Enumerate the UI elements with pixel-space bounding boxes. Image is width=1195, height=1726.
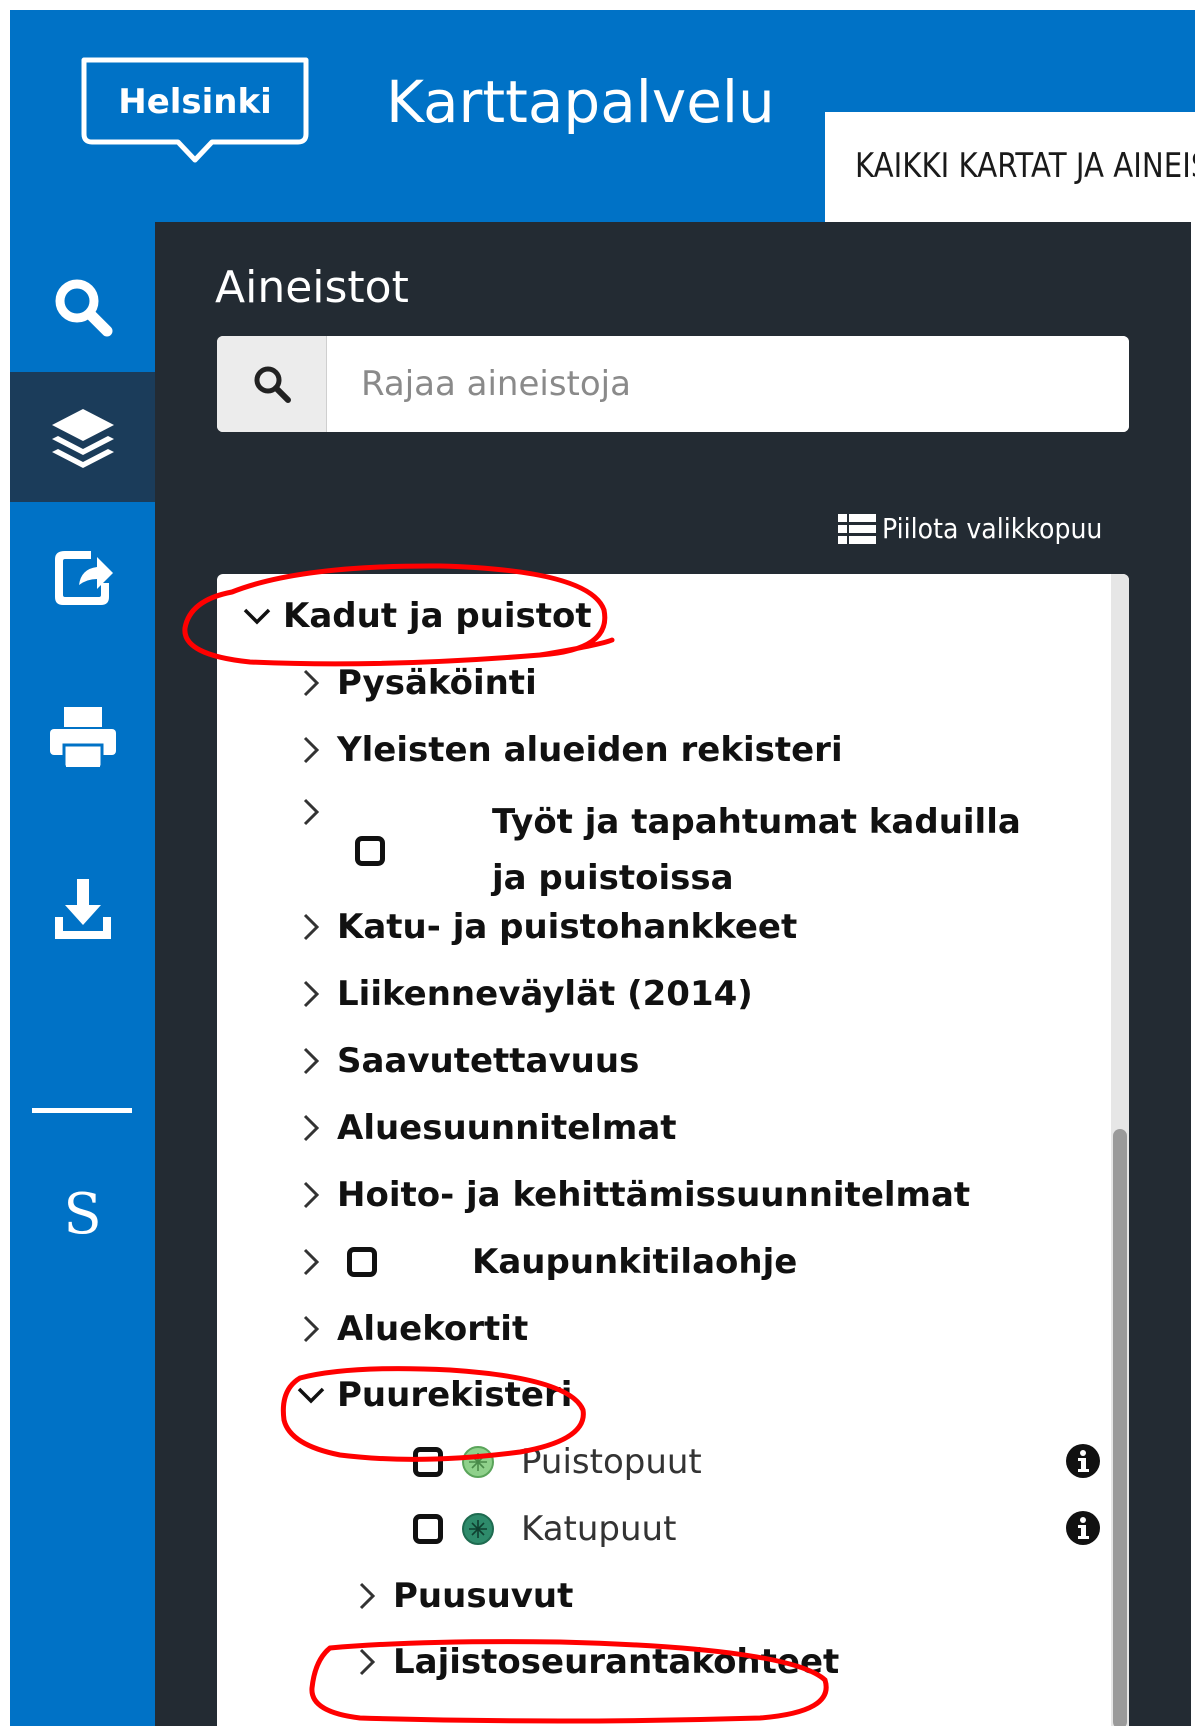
layer-checkbox[interactable] <box>355 836 385 866</box>
chevron-right-icon <box>359 1582 376 1610</box>
chevron-right-icon <box>303 1047 320 1075</box>
tree-node-label: Puurekisteri <box>337 1375 573 1415</box>
chevron-right-icon <box>303 1315 320 1343</box>
tree-node-label: Pysäköinti <box>337 663 537 703</box>
chevron-down-icon <box>243 608 271 625</box>
tree-scrollbar[interactable] <box>1111 574 1129 1726</box>
tree-node-label: Kadut ja puistot <box>283 596 592 636</box>
tree-node-item[interactable]: Yleisten alueiden rekisteri <box>295 730 843 770</box>
tree-node-label: Katu- ja puistohankkeet <box>337 907 798 947</box>
layer-label: Katupuut <box>521 1509 677 1549</box>
search-icon <box>254 366 291 403</box>
logo-text: Helsinki <box>118 82 272 122</box>
sidebar-divider <box>32 1108 132 1113</box>
tree-node-tyot-ja-tapahtumat[interactable] <box>295 796 337 828</box>
tree-node-item[interactable]: Hoito- ja kehittämissuunnitelmat <box>295 1175 970 1215</box>
tree-node-item[interactable]: Aluesuunnitelmat <box>295 1108 677 1148</box>
tree-node-label: Aluekortit <box>337 1309 529 1349</box>
tree-node-label: Yleisten alueiden rekisteri <box>337 730 843 770</box>
share-icon <box>54 551 113 605</box>
layer-checkbox[interactable] <box>347 1247 377 1277</box>
helsinki-logo[interactable]: Helsinki <box>80 56 310 166</box>
layer-label: Puistopuut <box>521 1442 702 1482</box>
chevron-right-icon <box>303 913 320 941</box>
list-icon <box>838 513 876 544</box>
search-tool-button[interactable] <box>10 242 155 372</box>
street-tree-icon <box>462 1513 494 1545</box>
tree-scroll-thumb[interactable] <box>1113 1129 1127 1726</box>
tree-node-label: Hoito- ja kehittämissuunnitelmat <box>337 1175 971 1215</box>
tree-node-label: Työt ja tapahtumat kaduilla ja puistoiss… <box>492 802 1021 898</box>
chevron-right-icon <box>303 1181 320 1209</box>
tree-node-item[interactable]: Katu- ja puistohankkeet <box>295 907 797 947</box>
layer-tree: Kadut ja puistot Pysäköinti Yleisten alu… <box>217 574 1129 1726</box>
download-tool-button[interactable] <box>10 844 155 974</box>
tree-node-item[interactable]: Aluekortit <box>295 1309 528 1349</box>
layer-search-input[interactable] <box>327 336 1129 432</box>
layer-row-katupuut[interactable]: Katupuut <box>413 1509 676 1549</box>
app-title: Karttapalvelu <box>386 68 775 136</box>
chevron-down-icon <box>297 1387 325 1404</box>
tree-node-label: Lajistoseurantakohteet <box>393 1642 840 1682</box>
park-tree-icon <box>462 1446 494 1478</box>
tree-node-label: Liikenneväylät (2014) <box>337 974 753 1014</box>
chevron-right-icon <box>303 736 320 764</box>
download-icon <box>54 879 111 939</box>
tree-node-item[interactable]: Pysäköinti <box>295 663 537 703</box>
tool-sidebar: S <box>10 222 155 1726</box>
tree-node-label: Puusuvut <box>393 1576 574 1616</box>
print-icon <box>49 707 116 769</box>
tree-node-item[interactable]: Liikenneväylät (2014) <box>295 974 753 1014</box>
tree-node-item[interactable]: Saavutettavuus <box>295 1041 639 1081</box>
tree-node-lajistoseurantakohteet[interactable]: Lajistoseurantakohteet <box>351 1642 839 1682</box>
tree-node-kadut-ja-puistot[interactable]: Kadut ja puistot <box>241 596 592 636</box>
tree-node-label: Kaupunkitilaohje <box>472 1242 798 1282</box>
panel-title: Aineistot <box>215 262 409 313</box>
chevron-right-icon <box>303 1248 320 1276</box>
layer-checkbox[interactable] <box>413 1447 443 1477</box>
tree-node-puurekisteri[interactable]: Puurekisteri <box>295 1375 572 1415</box>
tree-node-puusuvut[interactable]: Puusuvut <box>351 1576 573 1616</box>
hide-tree-button[interactable]: Piilota valikkopuu <box>838 512 1127 545</box>
s-button[interactable]: S <box>10 1182 155 1247</box>
layers-icon <box>51 409 114 468</box>
tree-node-kaupunkitilaohje[interactable]: Kaupunkitilaohje <box>295 1242 797 1282</box>
info-icon[interactable] <box>1065 1443 1101 1479</box>
layers-panel: Aineistot Piilota valikkopuu Kadut ja pu… <box>155 222 1191 1726</box>
chevron-right-icon <box>303 980 320 1008</box>
layers-tool-button[interactable] <box>10 372 155 502</box>
layer-search-button[interactable] <box>217 336 327 432</box>
tree-node-label: Saavutettavuus <box>337 1041 640 1081</box>
info-icon[interactable] <box>1065 1510 1101 1546</box>
search-icon <box>55 279 112 337</box>
chevron-right-icon <box>359 1648 376 1676</box>
chevron-right-icon <box>303 1114 320 1142</box>
print-tool-button[interactable] <box>10 672 155 802</box>
chevron-right-icon <box>303 669 320 697</box>
layer-checkbox[interactable] <box>413 1514 443 1544</box>
layer-row-puistopuut[interactable]: Puistopuut <box>413 1442 702 1482</box>
hide-tree-label: Piilota valikkopuu <box>882 512 1103 545</box>
tab-all-maps-label: KAIKKI KARTAT JA AINEISTOT <box>855 146 1195 186</box>
chevron-right-icon <box>303 798 320 826</box>
tree-node-label: Aluesuunnitelmat <box>337 1108 677 1148</box>
tab-all-maps[interactable]: KAIKKI KARTAT JA AINEISTOT <box>825 112 1195 222</box>
layer-search <box>217 336 1129 432</box>
share-tool-button[interactable] <box>10 512 155 642</box>
